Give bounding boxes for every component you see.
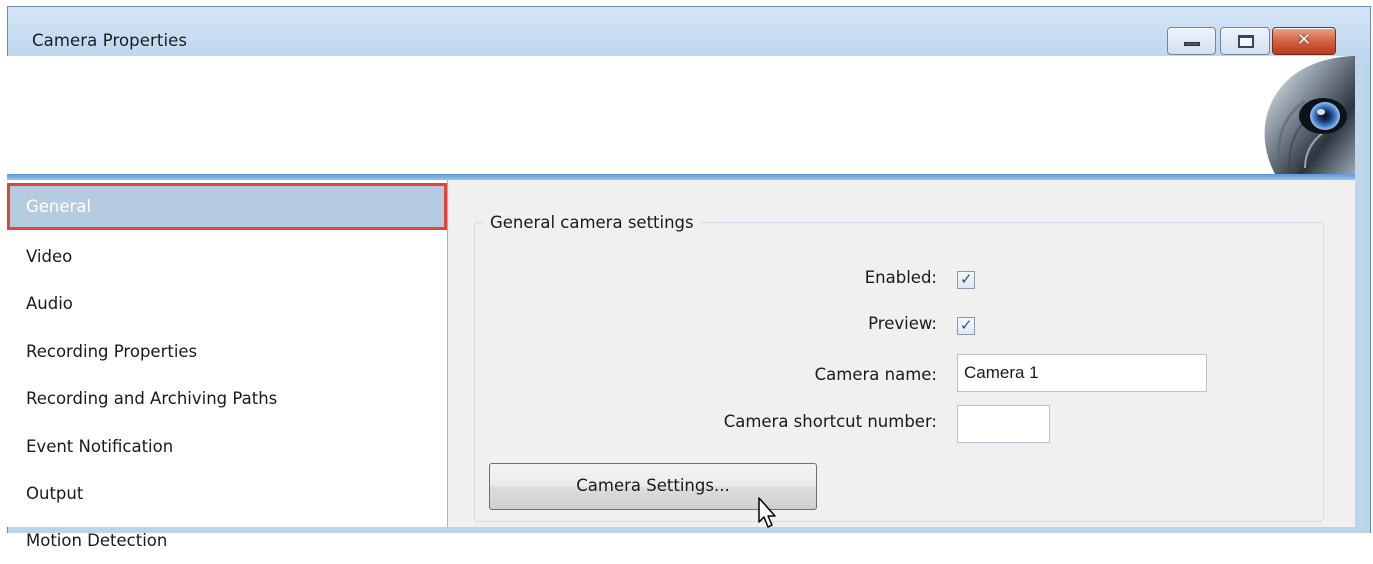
sidebar-item-motion-detection[interactable]: Motion Detection [7,517,447,564]
minimize-icon [1184,42,1200,46]
sidebar-item-general[interactable]: General [7,183,447,230]
general-settings-panel: General camera settings Enabled: ✓ Previ… [448,180,1355,527]
window-title: Camera Properties [32,31,188,50]
title-bar[interactable]: Camera Properties ✕ [8,7,1370,63]
maximize-icon [1238,35,1254,48]
minimize-button[interactable] [1167,27,1216,55]
sidebar-item-recording-archiving-paths[interactable]: Recording and Archiving Paths [7,375,447,422]
camera-name-label: Camera name: [814,365,937,384]
checkmark-icon: ✓ [960,316,973,334]
sidebar-item-audio[interactable]: Audio [7,280,447,327]
sidebar-item-event-notification[interactable]: Event Notification [7,423,447,470]
wolf-eye-logo [1264,56,1355,174]
checkmark-icon: ✓ [960,270,973,288]
sidebar-item-recording-properties[interactable]: Recording Properties [7,328,447,375]
group-title: General camera settings [484,213,700,232]
enabled-checkbox[interactable]: ✓ [957,270,975,289]
properties-sidebar: General Video Audio Recording Properties… [7,180,448,550]
close-icon: ✕ [1296,30,1312,50]
window-border [1355,56,1364,527]
mouse-pointer-icon [758,497,776,528]
shortcut-number-input[interactable] [957,405,1050,443]
camera-name-input[interactable]: Camera 1 [957,354,1207,392]
shortcut-number-label: Camera shortcut number: [723,412,937,431]
sidebar-item-video[interactable]: Video [7,233,447,280]
sidebar-item-output[interactable]: Output [7,470,447,517]
header-banner [7,56,1355,174]
preview-label: Preview: [868,314,937,333]
preview-checkbox[interactable]: ✓ [957,316,975,335]
maximize-button[interactable] [1220,27,1270,55]
close-button[interactable]: ✕ [1272,27,1336,55]
enabled-label: Enabled: [864,268,937,287]
